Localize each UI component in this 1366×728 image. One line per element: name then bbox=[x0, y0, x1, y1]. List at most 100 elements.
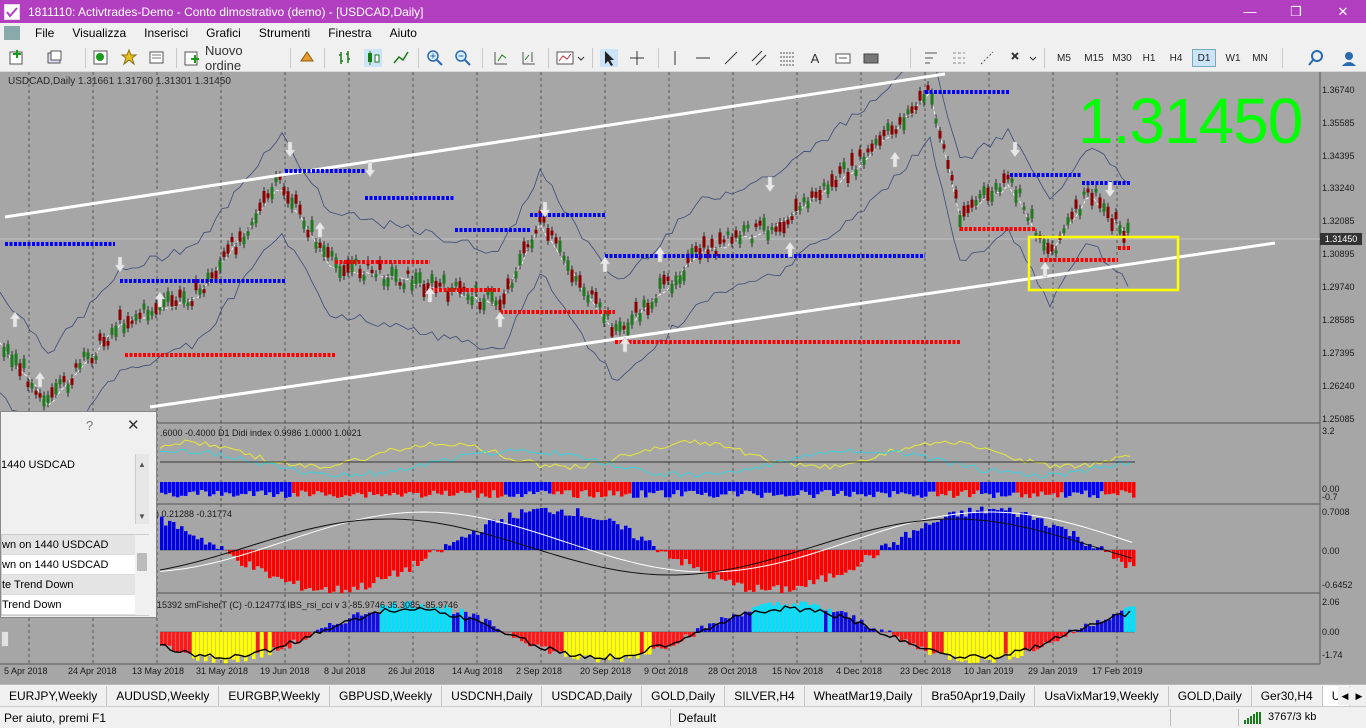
ind3-bar bbox=[804, 601, 808, 632]
menu-finestra[interactable]: Finestra bbox=[319, 26, 380, 40]
price-tick: 1.25085 bbox=[1322, 414, 1355, 424]
timeframe-h1[interactable]: H1 bbox=[1138, 49, 1160, 67]
list-scrollbar[interactable] bbox=[135, 535, 149, 615]
timeframe-mn[interactable]: MN bbox=[1248, 49, 1272, 67]
didi-bar bbox=[1124, 482, 1128, 492]
help-button[interactable]: ? bbox=[86, 418, 93, 433]
tab-silver[interactable]: SILVER,H4 bbox=[725, 685, 805, 706]
timeframe-h4[interactable]: H4 bbox=[1165, 49, 1187, 67]
menu-aiuto[interactable]: Aiuto bbox=[381, 26, 426, 40]
list-scroll-thumb[interactable] bbox=[137, 553, 147, 571]
new-chart-icon[interactable] bbox=[8, 49, 26, 67]
terminal-icon[interactable] bbox=[148, 49, 166, 67]
horizontal-line-icon[interactable] bbox=[694, 49, 712, 67]
list-item[interactable]: Trend Down bbox=[2, 595, 148, 615]
navigator-icon[interactable] bbox=[120, 49, 138, 67]
ind2-bar bbox=[320, 550, 324, 590]
didi-bar bbox=[260, 482, 264, 491]
ind2-bar bbox=[792, 550, 796, 591]
didi-bar bbox=[1104, 482, 1108, 495]
line-chart-icon[interactable] bbox=[392, 49, 410, 67]
fibonacci-icon[interactable] bbox=[778, 49, 796, 67]
timeframe-m15[interactable]: M15 bbox=[1080, 49, 1108, 67]
dialog-button[interactable] bbox=[1, 631, 9, 647]
new-order-icon[interactable] bbox=[184, 49, 202, 67]
search-icon[interactable] bbox=[1308, 49, 1326, 67]
menu-inserisci[interactable]: Inserisci bbox=[135, 26, 197, 40]
arrows-icon[interactable] bbox=[862, 49, 880, 67]
ind3-bar bbox=[548, 632, 552, 654]
candle-body bbox=[510, 282, 514, 288]
crosshair-icon[interactable] bbox=[628, 49, 646, 67]
menu-file[interactable]: File bbox=[26, 26, 63, 40]
ind2-bar bbox=[608, 518, 612, 550]
periods-icon[interactable] bbox=[922, 49, 940, 67]
text-tool-icon[interactable]: A bbox=[806, 48, 824, 68]
channel-icon[interactable] bbox=[750, 49, 768, 67]
timeframe-w1[interactable]: W1 bbox=[1221, 49, 1245, 67]
autoscroll-icon[interactable] bbox=[492, 49, 510, 67]
candle-body bbox=[794, 198, 798, 212]
tab-gbpusd[interactable]: GBPUSD,Weekly bbox=[330, 685, 443, 706]
scroll-up-icon[interactable]: ▲ bbox=[138, 460, 146, 469]
close-button[interactable]: ✕ bbox=[1320, 0, 1366, 23]
menu-strumenti[interactable]: Strumenti bbox=[250, 26, 319, 40]
trendline-icon[interactable] bbox=[722, 49, 740, 67]
cursor-icon[interactable] bbox=[600, 49, 618, 67]
tab-ger30[interactable]: Ger30,H4 bbox=[1252, 685, 1323, 706]
buy-arrow-icon bbox=[494, 311, 506, 328]
chart-menu-icon[interactable] bbox=[4, 26, 20, 40]
text-label-icon[interactable] bbox=[834, 49, 852, 67]
scroll-down-icon[interactable]: ▼ bbox=[138, 512, 146, 521]
didi-bar bbox=[836, 482, 840, 494]
timeframe-m5[interactable]: M5 bbox=[1052, 49, 1076, 67]
tab-gold-2[interactable]: GOLD,Daily bbox=[1169, 685, 1252, 706]
vertical-line-icon[interactable] bbox=[666, 49, 684, 67]
tab-right-icon[interactable]: ▶ bbox=[1356, 691, 1363, 702]
chart-shift-icon[interactable] bbox=[520, 49, 538, 67]
profiles-icon[interactable] bbox=[46, 49, 64, 67]
didi-bar bbox=[940, 482, 944, 495]
tab-wheat[interactable]: WheatMar19,Daily bbox=[805, 685, 923, 706]
didi-bar bbox=[936, 482, 940, 497]
indicators-icon[interactable] bbox=[556, 49, 586, 67]
zoom-out-icon[interactable] bbox=[454, 49, 472, 67]
new-order-button[interactable]: Nuovo ordine bbox=[205, 43, 281, 73]
bar-chart-icon[interactable] bbox=[336, 49, 354, 67]
candle-body bbox=[90, 358, 94, 364]
autotrading-icon[interactable] bbox=[298, 49, 316, 67]
market-watch-icon[interactable] bbox=[92, 49, 110, 67]
ind3-bar bbox=[624, 632, 628, 656]
community-icon[interactable] bbox=[1340, 49, 1358, 67]
tab-left-icon[interactable]: ◀ bbox=[1342, 691, 1349, 702]
tab-eurgbp[interactable]: EURGBP,Weekly bbox=[219, 685, 330, 706]
chart-canvas[interactable] bbox=[0, 72, 1366, 684]
tab-usdcnh[interactable]: USDCNH,Daily bbox=[442, 685, 543, 706]
list-item[interactable]: wn on 1440 USDCAD bbox=[2, 555, 148, 575]
menu-visualizza[interactable]: Visualizza bbox=[63, 26, 135, 40]
tab-scroll-arrows[interactable]: ◀ ▶ bbox=[1338, 687, 1366, 705]
menu-grafici[interactable]: Grafici bbox=[197, 26, 250, 40]
timeframe-d1[interactable]: D1 bbox=[1192, 49, 1216, 67]
zoom-in-icon[interactable] bbox=[426, 49, 444, 67]
list-item[interactable]: te Trend Down bbox=[2, 575, 148, 595]
dialog-close-button[interactable]: ✕ bbox=[127, 416, 140, 434]
didi-bar bbox=[1116, 482, 1120, 496]
tab-eurjpy[interactable]: EURJPY,Weekly bbox=[0, 685, 108, 706]
candlestick-icon[interactable] bbox=[364, 49, 382, 67]
tab-bra50[interactable]: Bra50Apr19,Daily bbox=[922, 685, 1036, 706]
didi-bar bbox=[540, 482, 544, 491]
list-item[interactable]: wn on 1440 USDCAD bbox=[2, 535, 148, 555]
timeframe-m30[interactable]: M30 bbox=[1108, 49, 1136, 67]
tab-audusd[interactable]: AUDUSD,Weekly bbox=[107, 685, 220, 706]
templates-icon[interactable] bbox=[950, 49, 968, 67]
tab-usavix[interactable]: UsaVixMar19,Weekly bbox=[1035, 685, 1169, 706]
ind3-bar bbox=[264, 632, 268, 651]
expert-icon[interactable] bbox=[978, 49, 996, 67]
minimize-button[interactable]: — bbox=[1227, 0, 1273, 23]
tab-usdcad[interactable]: USDCAD,Daily bbox=[542, 685, 643, 706]
tab-gold[interactable]: GOLD,Daily bbox=[642, 685, 726, 706]
chart-window[interactable]: USDCAD,Daily 1.31661 1.31760 1.31301 1.3… bbox=[0, 72, 1366, 684]
objects-icon[interactable] bbox=[1008, 49, 1038, 67]
restore-button[interactable]: ❐ bbox=[1273, 0, 1319, 23]
